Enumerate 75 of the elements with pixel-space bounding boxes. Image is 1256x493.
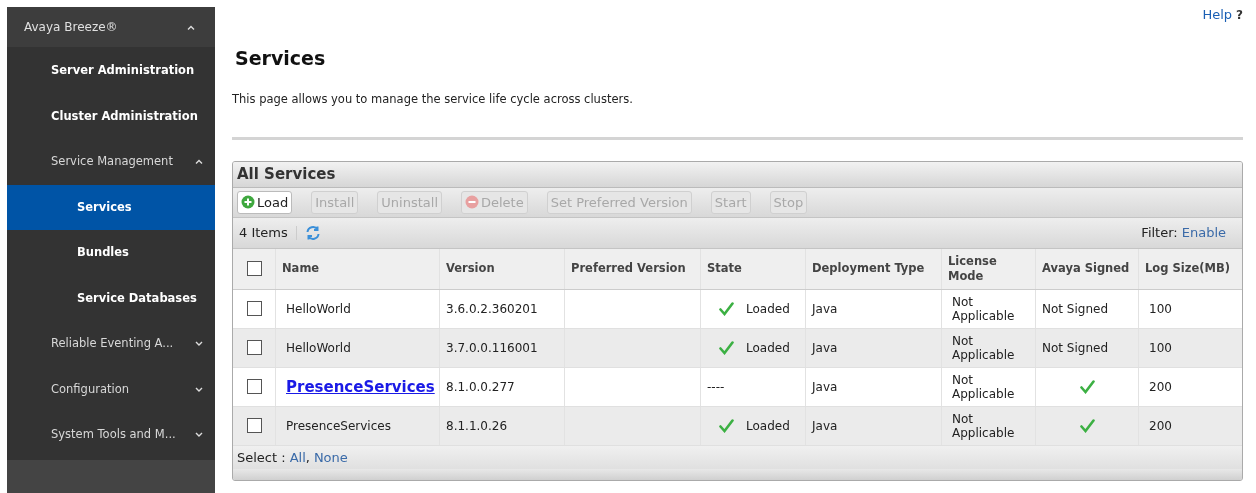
column-header: Preferred Version	[571, 261, 686, 277]
caret-up-icon	[187, 24, 195, 30]
toolbar-button[interactable]: Load	[237, 190, 293, 214]
check-icon	[719, 418, 734, 433]
license-cell-text: Not Applicable	[952, 372, 1016, 401]
caret-down-icon	[195, 341, 203, 347]
version-cell-text: 3.7.0.0.116001	[446, 339, 538, 357]
column-header: License Mode	[948, 253, 998, 284]
sidebar-item[interactable]: System Tools and M...	[7, 412, 215, 458]
column-header: Name	[282, 261, 320, 277]
check-icon	[719, 340, 734, 355]
sidebar-item[interactable]: Service Management	[7, 139, 215, 185]
add-icon	[241, 195, 255, 210]
help-link[interactable]: Help	[1202, 5, 1233, 25]
sidebar-item[interactable]: Bundles	[7, 230, 215, 276]
panel-title: All Services	[237, 164, 336, 185]
service-name: PresenceServices	[286, 417, 391, 435]
select-label: Select :	[237, 448, 286, 467]
column-header: Avaya Signed	[1042, 261, 1130, 277]
state-cell-text: Loaded	[746, 417, 790, 435]
checkbox[interactable]	[246, 379, 262, 395]
sidebar-item[interactable]: Service Databases	[7, 275, 215, 321]
state-cell-text: ----	[707, 378, 725, 396]
help-mark: ?	[1236, 7, 1243, 24]
service-name: HelloWorld	[286, 300, 351, 318]
log-size-cell-text: 200	[1149, 378, 1172, 396]
sidebar-item[interactable]: Services	[7, 184, 215, 230]
sidebar-item[interactable]: Cluster Administration	[7, 93, 215, 139]
sidebar-item[interactable]: Server Administration	[7, 48, 215, 94]
page-description: This page allows you to manage the service life cycle across clusters.	[232, 90, 634, 108]
sidebar-item[interactable]: Reliable Eventing A...	[7, 321, 215, 367]
sidebar-header[interactable]: Avaya Breeze®	[7, 7, 215, 47]
filter-label: Filter:	[1141, 224, 1178, 242]
signed-check-icon	[1079, 418, 1095, 433]
separator: ,	[305, 448, 310, 467]
refresh-icon[interactable]	[304, 224, 321, 241]
deployment-cell-text: Java	[812, 417, 838, 435]
page-title: Services	[234, 46, 327, 71]
log-size-cell-text: 200	[1149, 417, 1172, 435]
select-link[interactable]: All	[289, 447, 306, 467]
caret-down-icon	[195, 386, 203, 392]
state-cell-text: Loaded	[746, 339, 790, 357]
filter-enable-link[interactable]: Enable	[1181, 223, 1226, 243]
select-link[interactable]: None	[313, 447, 348, 467]
sidebar-item[interactable]: Configuration	[7, 366, 215, 412]
signed-cell-text: Not Signed	[1042, 339, 1108, 357]
state-cell-text: Loaded	[746, 300, 790, 318]
version-cell-text: 8.1.0.0.277	[446, 378, 515, 396]
version-cell-text: 8.1.1.0.26	[446, 417, 508, 435]
signed-cell-text: Not Signed	[1042, 300, 1108, 318]
column-header: Deployment Type	[812, 261, 925, 277]
service-link[interactable]: PresenceServices	[286, 375, 435, 398]
column-header: Log Size(MB)	[1145, 261, 1230, 277]
check-icon	[719, 301, 734, 316]
service-name: HelloWorld	[286, 339, 351, 357]
log-size-cell-text: 100	[1149, 300, 1172, 318]
deployment-cell-text: Java	[812, 339, 838, 357]
license-cell-text: Not Applicable	[952, 333, 1016, 362]
item-count: 4 Items	[239, 224, 288, 242]
remove-icon	[465, 195, 479, 210]
checkbox[interactable]	[246, 261, 262, 277]
deployment-cell-text: Java	[812, 300, 838, 318]
checkbox[interactable]	[246, 301, 262, 317]
deployment-cell-text: Java	[812, 378, 838, 396]
log-size-cell-text: 100	[1149, 339, 1172, 357]
license-cell-text: Not Applicable	[952, 294, 1016, 323]
checkbox[interactable]	[246, 418, 262, 434]
version-cell-text: 3.6.0.2.360201	[446, 300, 538, 318]
caret-up-icon	[195, 159, 203, 165]
signed-check-icon	[1079, 379, 1095, 394]
column-header: State	[707, 261, 742, 277]
caret-down-icon	[195, 432, 203, 438]
license-cell-text: Not Applicable	[952, 411, 1016, 440]
column-header: Version	[446, 261, 495, 277]
checkbox[interactable]	[246, 340, 262, 356]
